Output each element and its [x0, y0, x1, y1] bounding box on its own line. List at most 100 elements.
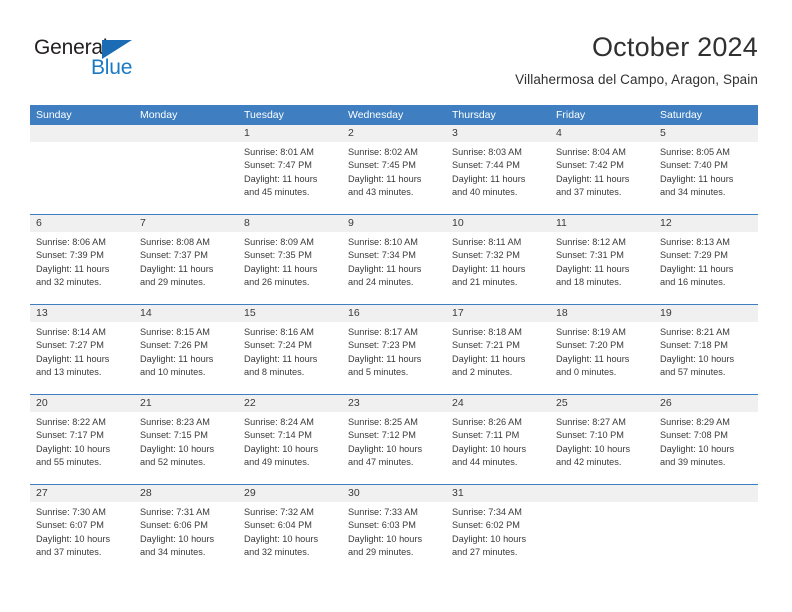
- day-detail-line: Daylight: 11 hours: [36, 263, 110, 274]
- day-detail-line: and 37 minutes.: [36, 547, 102, 558]
- calendar-week-row: 27 Sunrise: 7:30 AM Sunset: 6:07 PM Dayligh…: [30, 484, 758, 574]
- day-cell-27[interactable]: 27 Sunrise: 7:30 AM Sunset: 6:07 PM Dayligh…: [30, 485, 134, 574]
- day-number: [654, 485, 758, 502]
- day-cell-16[interactable]: 16 Sunrise: 8:17 AM Sunset: 7:23 PM Dayligh…: [342, 305, 446, 394]
- day-detail-line: Daylight: 11 hours: [556, 173, 630, 184]
- calendar-week-row: 6 Sunrise: 8:06 AM Sunset: 7:39 PM Daylight…: [30, 214, 758, 304]
- day-cell-2[interactable]: 2 Sunrise: 8:02 AM Sunset: 7:45 PM Daylight…: [342, 125, 446, 214]
- day-cell-20[interactable]: 20 Sunrise: 8:22 AM Sunset: 7:17 PM Dayligh…: [30, 395, 134, 484]
- day-detail-line: and 32 minutes.: [244, 547, 310, 558]
- day-detail-line: Sunrise: 8:19 AM: [556, 327, 626, 337]
- day-detail-line: and 34 minutes.: [660, 187, 726, 198]
- day-cell-empty: [134, 125, 238, 214]
- day-cell-23[interactable]: 23 Sunrise: 8:25 AM Sunset: 7:12 PM Dayligh…: [342, 395, 446, 484]
- day-detail-line: Daylight: 11 hours: [556, 263, 630, 274]
- day-cell-empty: [654, 485, 758, 574]
- location-subtitle: Villahermosa del Campo, Aragon, Spain: [515, 72, 758, 87]
- day-cell-17[interactable]: 17 Sunrise: 8:18 AM Sunset: 7:21 PM Dayligh…: [446, 305, 550, 394]
- day-detail-line: Sunset: 7:45 PM: [348, 160, 416, 171]
- day-cell-30[interactable]: 30 Sunrise: 7:33 AM Sunset: 6:03 PM Dayligh…: [342, 485, 446, 574]
- day-detail-line: and 2 minutes.: [452, 367, 513, 378]
- day-detail-line: Sunrise: 8:11 AM: [452, 237, 522, 247]
- day-detail-line: Sunset: 7:18 PM: [660, 340, 728, 351]
- day-detail-line: Daylight: 11 hours: [452, 173, 526, 184]
- day-cell-empty: [30, 125, 134, 214]
- day-number: 14: [134, 305, 238, 322]
- day-detail-line: Sunset: 7:24 PM: [244, 340, 312, 351]
- day-detail-lines: Sunrise: 8:29 AM Sunset: 7:08 PM Daylight:…: [654, 412, 758, 470]
- day-cell-9[interactable]: 9 Sunrise: 8:10 AM Sunset: 7:34 PM Daylight…: [342, 215, 446, 304]
- day-cell-4[interactable]: 4 Sunrise: 8:04 AM Sunset: 7:42 PM Daylight…: [550, 125, 654, 214]
- day-cell-5[interactable]: 5 Sunrise: 8:05 AM Sunset: 7:40 PM Daylight…: [654, 125, 758, 214]
- day-detail-line: Sunrise: 8:06 AM: [36, 237, 106, 247]
- day-detail-line: Sunrise: 8:04 AM: [556, 147, 626, 157]
- day-detail-line: Sunrise: 7:32 AM: [244, 507, 314, 517]
- day-detail-lines: Sunrise: 8:13 AM Sunset: 7:29 PM Daylight:…: [654, 232, 758, 290]
- day-detail-line: Daylight: 11 hours: [140, 353, 214, 364]
- day-detail-line: and 49 minutes.: [244, 457, 310, 468]
- day-detail-line: Daylight: 10 hours: [140, 533, 215, 544]
- day-cell-31[interactable]: 31 Sunrise: 7:34 AM Sunset: 6:02 PM Dayligh…: [446, 485, 550, 574]
- weekday-header-saturday: Saturday: [660, 109, 703, 121]
- day-detail-line: Sunset: 7:20 PM: [556, 340, 624, 351]
- day-cell-22[interactable]: 22 Sunrise: 8:24 AM Sunset: 7:14 PM Dayligh…: [238, 395, 342, 484]
- day-detail-line: Daylight: 11 hours: [660, 263, 734, 274]
- day-number: 11: [550, 215, 654, 232]
- day-detail-line: and 32 minutes.: [36, 277, 102, 288]
- day-detail-line: and 55 minutes.: [36, 457, 102, 468]
- day-detail-lines: Sunrise: 8:03 AM Sunset: 7:44 PM Daylight:…: [446, 142, 550, 200]
- day-detail-line: and 43 minutes.: [348, 187, 414, 198]
- day-cell-10[interactable]: 10 Sunrise: 8:11 AM Sunset: 7:32 PM Dayligh…: [446, 215, 550, 304]
- day-detail-line: Daylight: 11 hours: [348, 353, 422, 364]
- day-number: 17: [446, 305, 550, 322]
- day-number: 18: [550, 305, 654, 322]
- day-detail-line: Sunrise: 7:34 AM: [452, 507, 522, 517]
- day-number: 23: [342, 395, 446, 412]
- day-cell-28[interactable]: 28 Sunrise: 7:31 AM Sunset: 6:06 PM Dayligh…: [134, 485, 238, 574]
- day-cell-18[interactable]: 18 Sunrise: 8:19 AM Sunset: 7:20 PM Dayligh…: [550, 305, 654, 394]
- day-detail-line: and 13 minutes.: [36, 367, 102, 378]
- day-detail-line: and 0 minutes.: [556, 367, 617, 378]
- day-cell-3[interactable]: 3 Sunrise: 8:03 AM Sunset: 7:44 PM Daylight…: [446, 125, 550, 214]
- day-cell-1[interactable]: 1 Sunrise: 8:01 AM Sunset: 7:47 PM Daylight…: [238, 125, 342, 214]
- day-detail-line: Daylight: 10 hours: [140, 443, 215, 454]
- day-detail-lines: [30, 142, 134, 146]
- day-detail-line: Sunrise: 8:17 AM: [348, 327, 418, 337]
- day-number: 4: [550, 125, 654, 142]
- day-cell-24[interactable]: 24 Sunrise: 8:26 AM Sunset: 7:11 PM Dayligh…: [446, 395, 550, 484]
- day-detail-line: Sunset: 7:21 PM: [452, 340, 520, 351]
- day-cell-8[interactable]: 8 Sunrise: 8:09 AM Sunset: 7:35 PM Daylight…: [238, 215, 342, 304]
- day-detail-line: Sunset: 7:12 PM: [348, 430, 416, 441]
- day-detail-line: Sunrise: 8:15 AM: [140, 327, 210, 337]
- day-detail-line: Daylight: 10 hours: [348, 533, 423, 544]
- day-cell-11[interactable]: 11 Sunrise: 8:12 AM Sunset: 7:31 PM Dayligh…: [550, 215, 654, 304]
- day-detail-lines: Sunrise: 7:32 AM Sunset: 6:04 PM Daylight:…: [238, 502, 342, 560]
- day-detail-line: and 39 minutes.: [660, 457, 726, 468]
- day-detail-line: Sunset: 7:32 PM: [452, 250, 520, 261]
- day-cell-12[interactable]: 12 Sunrise: 8:13 AM Sunset: 7:29 PM Dayligh…: [654, 215, 758, 304]
- day-cell-25[interactable]: 25 Sunrise: 8:27 AM Sunset: 7:10 PM Dayligh…: [550, 395, 654, 484]
- calendar-week-cells: 1 Sunrise: 8:01 AM Sunset: 7:47 PM Daylight…: [30, 125, 758, 214]
- general-blue-logo[interactable]: General Blue: [34, 36, 174, 82]
- day-detail-line: Daylight: 11 hours: [556, 353, 630, 364]
- day-cell-19[interactable]: 19 Sunrise: 8:21 AM Sunset: 7:18 PM Dayligh…: [654, 305, 758, 394]
- day-detail-line: Daylight: 11 hours: [140, 263, 214, 274]
- day-detail-line: Daylight: 11 hours: [452, 263, 526, 274]
- day-detail-line: Sunset: 6:02 PM: [452, 520, 520, 531]
- day-cell-14[interactable]: 14 Sunrise: 8:15 AM Sunset: 7:26 PM Dayligh…: [134, 305, 238, 394]
- day-cell-13[interactable]: 13 Sunrise: 8:14 AM Sunset: 7:27 PM Dayligh…: [30, 305, 134, 394]
- day-cell-15[interactable]: 15 Sunrise: 8:16 AM Sunset: 7:24 PM Dayligh…: [238, 305, 342, 394]
- day-cell-21[interactable]: 21 Sunrise: 8:23 AM Sunset: 7:15 PM Dayligh…: [134, 395, 238, 484]
- day-cell-26[interactable]: 26 Sunrise: 8:29 AM Sunset: 7:08 PM Dayligh…: [654, 395, 758, 484]
- day-cell-29[interactable]: 29 Sunrise: 7:32 AM Sunset: 6:04 PM Dayligh…: [238, 485, 342, 574]
- day-cell-7[interactable]: 7 Sunrise: 8:08 AM Sunset: 7:37 PM Daylight…: [134, 215, 238, 304]
- day-cell-6[interactable]: 6 Sunrise: 8:06 AM Sunset: 7:39 PM Daylight…: [30, 215, 134, 304]
- day-detail-line: Sunrise: 8:05 AM: [660, 147, 730, 157]
- day-detail-line: Sunrise: 8:18 AM: [452, 327, 522, 337]
- day-detail-line: Daylight: 10 hours: [36, 443, 111, 454]
- day-detail-lines: Sunrise: 8:12 AM Sunset: 7:31 PM Daylight:…: [550, 232, 654, 290]
- day-detail-line: Sunset: 7:10 PM: [556, 430, 624, 441]
- day-number: 30: [342, 485, 446, 502]
- day-number: 21: [134, 395, 238, 412]
- day-detail-line: and 52 minutes.: [140, 457, 206, 468]
